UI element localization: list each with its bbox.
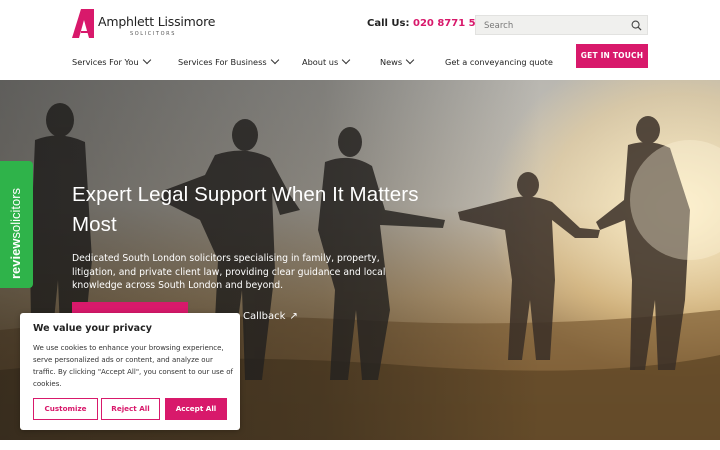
hero-description: Dedicated South London solicitors specia… <box>72 253 386 291</box>
arrow-up-right-icon: ↗ <box>289 311 298 322</box>
nav-label: Services For You <box>72 57 139 67</box>
get-in-touch-button[interactable]: GET IN TOUCH <box>576 44 648 68</box>
logo-mark-icon <box>72 9 94 38</box>
chevron-down-icon <box>142 55 151 65</box>
site-header: Amphlett Lissimore SOLICITORS Call Us: 0… <box>0 0 720 80</box>
nav-services-for-you[interactable]: Services For You <box>72 55 151 67</box>
hero-heading: Expert Legal Support When It Matters Mos… <box>72 183 419 236</box>
review-solicitors-tab[interactable]: reviewsolicitors <box>0 161 33 288</box>
nav-label: About us <box>302 57 339 67</box>
nav-label: Get a conveyancing quote <box>445 57 553 67</box>
reject-all-button[interactable]: Reject All <box>101 398 160 420</box>
review-rest: solicitors <box>8 187 23 239</box>
nav-label: Services For Business <box>178 57 267 67</box>
chevron-down-icon <box>342 55 351 65</box>
search-input[interactable] <box>484 19 624 32</box>
cookie-consent-banner: We value your privacy We use cookies to … <box>20 313 240 430</box>
callback-label: Callback <box>243 311 286 322</box>
review-bold: review <box>8 238 23 279</box>
search-icon[interactable] <box>631 20 642 31</box>
cookie-title: We value your privacy <box>33 323 152 334</box>
nav-label: News <box>380 57 403 67</box>
review-solicitors-logo: reviewsolicitors <box>8 188 23 279</box>
cookie-text: We use cookies to enhance your browsing … <box>33 344 233 388</box>
call-label: Call Us: <box>367 18 413 29</box>
logo[interactable]: Amphlett Lissimore SOLICITORS <box>72 9 216 39</box>
brand-name: Amphlett Lissimore <box>98 14 216 29</box>
nav-conveyancing-quote[interactable]: Get a conveyancing quote <box>445 57 553 67</box>
chevron-down-icon <box>270 55 279 65</box>
customize-button[interactable]: Customize <box>33 398 98 420</box>
chevron-down-icon <box>405 55 415 65</box>
callback-link[interactable]: Callback ↗ <box>243 311 298 322</box>
brand-tagline: SOLICITORS <box>130 31 176 37</box>
accept-all-button[interactable]: Accept All <box>165 398 227 420</box>
nav-services-for-business[interactable]: Services For Business <box>178 55 279 67</box>
search-box <box>475 15 648 35</box>
nav-about-us[interactable]: About us <box>302 55 351 67</box>
nav-news[interactable]: News <box>380 55 415 67</box>
